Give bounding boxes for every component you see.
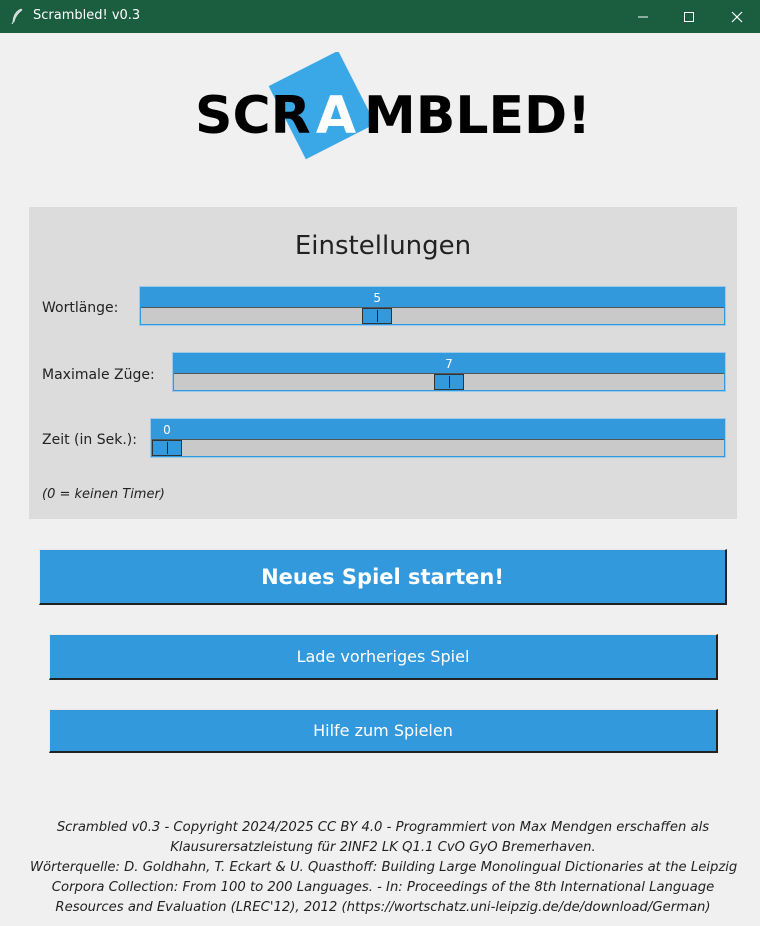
minimize-icon [638,16,648,17]
time-slider[interactable]: 0 [150,418,726,458]
word-length-trough[interactable] [141,307,724,324]
time-thumb[interactable] [152,440,182,456]
new-game-button[interactable]: Neues Spiel starten! [39,549,727,605]
logo-text-left: SCR [195,86,311,146]
max-moves-label: Maximale Züge: [42,367,155,383]
scrambled-logo: SCR A MBLED! [195,52,591,160]
window-title: Scrambled! v0.3 [33,8,141,23]
minimize-button[interactable] [620,0,666,33]
word-length-label: Wortlänge: [42,300,119,316]
footer-line: Wörterquelle: D. Goldhahn, T. Eckart & U… [30,860,738,875]
time-label: Zeit (in Sek.): [42,432,137,448]
word-length-value: 5 [373,291,382,305]
footer-credits: Scrambled v0.3 - Copyright 2024/2025 CC … [30,818,738,918]
footer-line: Corpora Collection: From 100 to 200 Lang… [51,880,715,895]
maximize-icon [684,11,694,22]
logo-text-right: MBLED! [364,86,591,146]
footer-line: Klausurersatzleistung für 2INF2 LK Q1.1 … [170,840,596,855]
footer-line: Scrambled v0.3 - Copyright 2024/2025 CC … [56,820,710,835]
maximize-button[interactable] [666,0,712,33]
time-value: 0 [163,423,171,437]
word-length-slider[interactable]: 5 [139,286,726,326]
close-icon [731,11,743,22]
logo-text-tile: A [316,86,356,146]
settings-title: Einstellungen [294,231,472,261]
feather-icon [11,8,23,24]
load-game-button[interactable]: Lade vorheriges Spiel [49,634,718,680]
max-moves-slider[interactable]: 7 [172,352,726,392]
title-bar: Scrambled! v0.3 [0,0,760,33]
timer-hint: (0 = keinen Timer) [42,487,165,502]
help-button[interactable]: Hilfe zum Spielen [49,709,718,753]
close-button[interactable] [714,0,760,33]
max-moves-value: 7 [445,357,453,371]
time-trough[interactable] [152,439,724,456]
footer-line: Resources and Evaluation (LREC'12), 2012… [55,900,711,915]
word-length-thumb[interactable] [362,308,393,324]
max-moves-thumb[interactable] [434,374,464,390]
